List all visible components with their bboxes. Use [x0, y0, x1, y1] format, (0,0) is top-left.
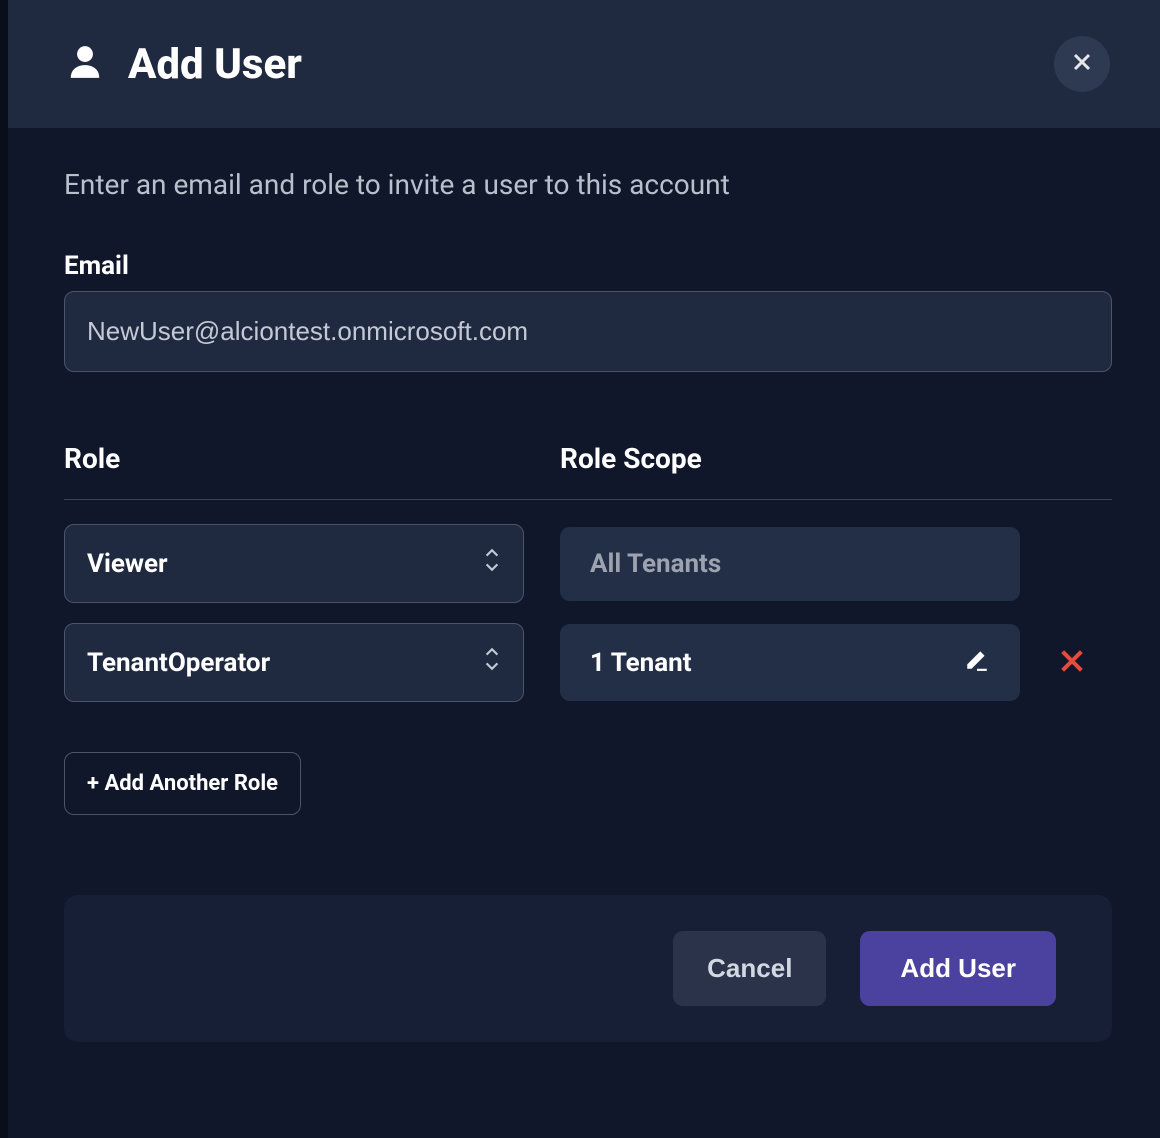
chevron-updown-icon	[483, 547, 501, 580]
email-field[interactable]	[64, 291, 1112, 372]
role-row: TenantOperator 1 Tenant	[64, 623, 1112, 702]
scope-label: 1 Tenant	[590, 648, 692, 678]
add-user-button[interactable]: Add User	[860, 931, 1056, 1006]
add-another-role-button[interactable]: + Add Another Role	[64, 752, 301, 815]
role-select[interactable]: Viewer	[64, 524, 524, 603]
email-label: Email	[64, 251, 1112, 281]
cancel-button[interactable]: Cancel	[673, 931, 826, 1006]
role-row: Viewer All Tenants	[64, 524, 1112, 603]
columns-header: Role Role Scope	[64, 442, 1112, 500]
close-icon	[1070, 50, 1094, 78]
modal-footer: Cancel Add User	[64, 895, 1112, 1042]
modal-header: Add User	[8, 0, 1160, 128]
scope-label: All Tenants	[590, 549, 721, 579]
edit-icon	[964, 646, 990, 679]
scope-box[interactable]: 1 Tenant	[560, 624, 1020, 701]
modal-body: Enter an email and role to invite a user…	[8, 128, 1160, 1138]
scope-box: All Tenants	[560, 527, 1020, 601]
role-select-label: TenantOperator	[87, 648, 270, 678]
close-button[interactable]	[1054, 36, 1110, 92]
x-icon	[1056, 645, 1088, 681]
scope-column-header: Role Scope	[560, 442, 702, 475]
role-select[interactable]: TenantOperator	[64, 623, 524, 702]
modal-title: Add User	[128, 40, 302, 89]
role-column-header: Role	[64, 442, 120, 475]
remove-role-button[interactable]	[1056, 645, 1088, 681]
modal-title-wrap: Add User	[66, 40, 302, 89]
add-user-modal: Add User Enter an email and role to invi…	[8, 0, 1160, 1138]
role-select-label: Viewer	[87, 549, 168, 579]
modal-description: Enter an email and role to invite a user…	[64, 168, 1112, 201]
chevron-updown-icon	[483, 646, 501, 679]
user-icon	[66, 41, 104, 87]
role-rows: Viewer All Tenants TenantOperator 1 Tenant	[64, 524, 1112, 702]
